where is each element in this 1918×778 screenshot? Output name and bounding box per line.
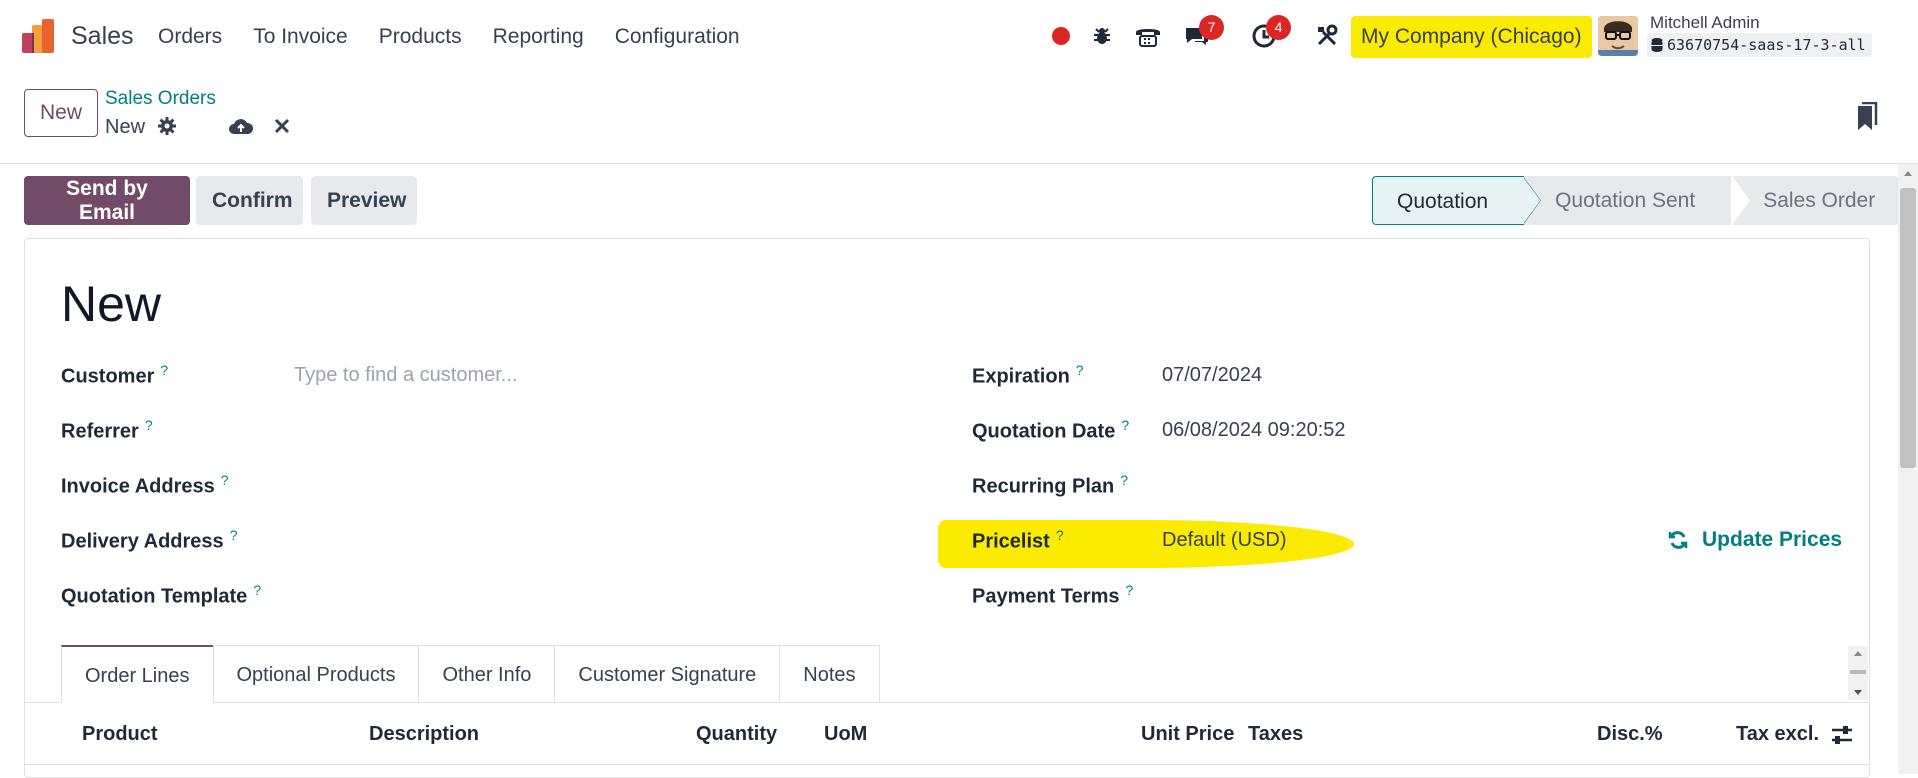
breadcrumb-sales-orders[interactable]: Sales Orders [105, 88, 216, 110]
help-icon[interactable]: ? [1076, 362, 1084, 378]
settings-tools-icon[interactable] [1313, 18, 1341, 54]
col-description[interactable]: Description [369, 723, 479, 746]
payment-terms-label: Payment Terms? [972, 582, 1134, 608]
sales-app-icon[interactable] [22, 19, 56, 53]
status-bar: Quotation Quotation Sent Sales Order [1372, 176, 1900, 225]
col-quantity[interactable]: Quantity [696, 723, 777, 746]
order-lines-header: Product Description Quantity UoM Unit Pr… [24, 703, 1870, 765]
tab-customer-signature[interactable]: Customer Signature [554, 645, 781, 703]
app-name[interactable]: Sales [71, 22, 134, 51]
col-discount[interactable]: Disc.% [1597, 723, 1663, 746]
confirm-button[interactable]: Confirm [196, 176, 303, 225]
bookmark-icon[interactable] [1856, 101, 1878, 137]
company-switcher[interactable]: My Company (Chicago) [1351, 16, 1592, 58]
menu-to-invoice[interactable]: To Invoice [253, 25, 348, 49]
save-cloud-icon[interactable] [228, 116, 254, 141]
help-icon[interactable]: ? [253, 582, 261, 598]
record-title[interactable]: New [61, 275, 161, 333]
customer-label: Customer? [61, 362, 169, 388]
activities-count-badge: 4 [1266, 15, 1291, 40]
expiration-input[interactable]: 07/07/2024 [1162, 364, 1262, 387]
stage-sales-order[interactable]: Sales Order [1751, 176, 1900, 225]
top-navbar: Sales Orders To Invoice Products Reporti… [0, 0, 1918, 74]
messages-icon[interactable]: 7 [1182, 15, 1224, 54]
notebook-tabs: Order Lines Optional Products Other Info… [61, 645, 880, 703]
menu-configuration[interactable]: Configuration [615, 25, 740, 49]
menu-reporting[interactable]: Reporting [493, 25, 584, 49]
stage-arrow [1731, 176, 1752, 225]
help-icon[interactable]: ? [1056, 527, 1064, 543]
customer-input[interactable]: Type to find a customer... [294, 364, 517, 387]
delivery-address-input[interactable] [294, 529, 894, 553]
payment-terms-input[interactable] [1162, 584, 1662, 608]
col-uom[interactable]: UoM [824, 723, 867, 746]
refresh-icon [1668, 531, 1688, 549]
help-icon[interactable]: ? [145, 417, 153, 433]
breadcrumb-current: New [105, 116, 146, 138]
tab-other-info[interactable]: Other Info [418, 645, 556, 703]
main-menu: Orders To Invoice Products Reporting Con… [158, 25, 771, 49]
send-by-email-button[interactable]: Send by Email [24, 176, 190, 225]
help-icon[interactable]: ? [230, 527, 238, 543]
new-button[interactable]: New [24, 89, 98, 137]
control-panel: New Sales Orders New [0, 74, 1918, 164]
database-chip: 63670754-saas-17-3-all [1647, 33, 1872, 57]
tab-optional-products[interactable]: Optional Products [212, 645, 420, 703]
col-product[interactable]: Product [82, 723, 158, 746]
recurring-plan-input[interactable] [1162, 474, 1662, 498]
help-icon[interactable]: ? [221, 472, 229, 488]
invoice-address-input[interactable] [294, 474, 894, 498]
help-icon[interactable]: ? [1120, 472, 1128, 488]
gear-icon[interactable] [157, 116, 177, 141]
page-scrollbar-thumb[interactable] [1900, 188, 1916, 468]
col-tax-excl[interactable]: Tax excl. [1736, 723, 1819, 746]
quotation-template-label: Quotation Template? [61, 582, 262, 608]
quotation-date-input[interactable]: 06/08/2024 09:20:52 [1162, 419, 1346, 442]
help-icon[interactable]: ? [1125, 582, 1133, 598]
update-prices-label: Update Prices [1702, 528, 1843, 551]
activities-clock-icon[interactable]: 4 [1249, 15, 1291, 54]
quotation-template-input[interactable] [294, 584, 894, 608]
pricelist-label: Pricelist? [972, 527, 1064, 553]
update-prices-button[interactable]: Update Prices [1668, 528, 1842, 552]
phone-icon[interactable] [1133, 18, 1163, 54]
menu-products[interactable]: Products [379, 25, 462, 49]
stage-quotation-sent[interactable]: Quotation Sent [1543, 176, 1732, 225]
menu-orders[interactable]: Orders [158, 25, 222, 49]
database-name: 63670754-saas-17-3-all [1667, 36, 1866, 54]
pricelist-input[interactable]: Default (USD) [1162, 529, 1286, 552]
tab-notes[interactable]: Notes [779, 645, 880, 703]
stage-quotation[interactable]: Quotation [1372, 176, 1525, 225]
header-divider [24, 764, 1870, 765]
recurring-plan-label: Recurring Plan? [972, 472, 1129, 498]
help-icon[interactable]: ? [160, 362, 168, 378]
quotation-date-label: Quotation Date? [972, 417, 1130, 443]
record-icon[interactable] [1050, 18, 1072, 54]
referrer-input[interactable] [294, 419, 894, 443]
expiration-label: Expiration? [972, 362, 1084, 388]
discard-close-icon[interactable] [274, 118, 290, 139]
optional-columns-icon[interactable] [1830, 725, 1854, 750]
help-icon[interactable]: ? [1121, 417, 1129, 433]
col-unit-price[interactable]: Unit Price [1141, 723, 1234, 746]
invoice-address-label: Invoice Address? [61, 472, 229, 498]
user-name[interactable]: Mitchell Admin [1650, 13, 1760, 33]
database-icon [1651, 38, 1663, 52]
col-taxes[interactable]: Taxes [1248, 723, 1303, 746]
messages-count-badge: 7 [1199, 15, 1224, 40]
referrer-label: Referrer? [61, 417, 153, 443]
stage-arrow [1523, 176, 1544, 225]
debug-bug-icon[interactable] [1090, 18, 1114, 54]
user-avatar[interactable] [1598, 16, 1638, 56]
tabs-scrollbar[interactable] [1848, 646, 1868, 700]
tab-order-lines[interactable]: Order Lines [61, 645, 214, 703]
preview-button[interactable]: Preview [311, 176, 417, 225]
delivery-address-label: Delivery Address? [61, 527, 238, 553]
